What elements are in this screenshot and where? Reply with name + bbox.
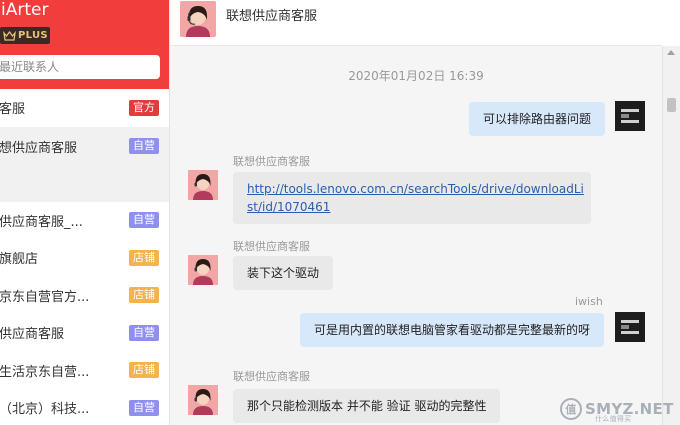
user-avatar-icon: [615, 101, 645, 131]
contact-tag: 自营: [129, 399, 159, 416]
incoming-message-bubble: http://tools.lenovo.com.cn/searchTools/d…: [233, 172, 591, 224]
agent-avatar-icon: [188, 170, 218, 200]
chat-header: 联想供应商客服: [170, 0, 662, 46]
contact-tag: 店铺: [129, 249, 159, 266]
contact-item[interactable]: 京东自营官方... 店铺: [0, 277, 169, 315]
contact-item[interactable]: 客服 官方: [0, 89, 169, 127]
agent-avatar-icon: [188, 385, 218, 415]
crown-icon: [3, 30, 16, 41]
contact-name: （北京）科技...: [0, 402, 90, 418]
outgoing-message-bubble: 可是用内置的联想电脑管家看驱动都是完整最新的呀: [300, 313, 605, 347]
contact-tag: 店铺: [129, 362, 159, 379]
contact-item[interactable]: 生活京东自营... 店铺: [0, 352, 169, 390]
contact-tag: 自营: [129, 212, 159, 229]
svg-text:值: 值: [565, 402, 576, 416]
outgoing-message-bubble: 可以排除路由器问题: [469, 102, 606, 136]
driver-download-link[interactable]: http://tools.lenovo.com.cn/searchTools/d…: [247, 182, 584, 214]
contact-name: 想供应商客服: [0, 140, 78, 156]
contact-name: 旗舰店: [0, 252, 39, 268]
plus-badge: PLUS: [0, 27, 50, 44]
link-line-1: http://tools.lenovo.com.cn/searchTools/d…: [247, 182, 584, 196]
contact-name: 京东自营官方...: [0, 289, 90, 305]
contact-item[interactable]: 供应商客服 自营: [0, 314, 169, 352]
contact-list: 客服 官方 想供应商客服 自营 供应商客服_... 自营 旗舰店 店铺 京东自营…: [0, 89, 169, 425]
plus-badge-label: PLUS: [18, 30, 48, 41]
contact-item[interactable]: 旗舰店 店铺: [0, 239, 169, 277]
message-sender-name: 联想供应商客服: [233, 240, 310, 253]
agent-avatar-icon: [188, 255, 218, 285]
watermark-subtext: 什么值得买: [595, 415, 632, 423]
contact-tag: 官方: [129, 99, 159, 116]
user-avatar-icon: [615, 312, 645, 342]
watermark: 值 SMYZ.NET 什么值得买: [559, 397, 674, 423]
contact-name: 供应商客服: [0, 327, 65, 343]
message-sender-name: 联想供应商客服: [233, 155, 310, 168]
contact-tag: 自营: [129, 137, 159, 154]
contact-name: 生活京东自营...: [0, 364, 90, 380]
incoming-message-bubble: 那个只能检测版本 并不能 验证 驱动的完整性: [233, 389, 501, 423]
contact-tag: 店铺: [129, 287, 159, 304]
contact-item-active[interactable]: 想供应商客服 自营: [0, 126, 169, 202]
username: iArter: [1, 0, 49, 20]
contact-name: 客服: [0, 102, 26, 118]
message-timestamp: 2020年01月02日 16:39: [348, 69, 484, 83]
contact-item[interactable]: 供应商客服_... 自营: [0, 202, 169, 240]
watermark-logo-icon: 值: [560, 398, 582, 420]
incoming-message-bubble: 装下这个驱动: [233, 256, 334, 290]
recent-contacts-search-input[interactable]: [0, 55, 160, 79]
contact-item[interactable]: （北京）科技... 自营: [0, 389, 169, 425]
sidebar-header: iArter PLUS: [0, 0, 169, 89]
chat-title: 联想供应商客服: [226, 9, 318, 24]
message-sender-name: 联想供应商客服: [233, 370, 310, 383]
scroll-up-arrow-icon[interactable]: [667, 50, 675, 55]
chat-scrollbar[interactable]: [662, 46, 680, 425]
contact-sidebar: iArter PLUS 客服 官方 想供应商客服 自营 供应商客服_... 自营…: [0, 0, 170, 425]
link-line-2: st/id/1070461: [247, 200, 331, 214]
message-sender-name: iwish: [575, 295, 603, 308]
contact-tag: 自营: [129, 324, 159, 341]
scroll-thumb[interactable]: [667, 98, 676, 112]
agent-avatar-icon: [180, 1, 216, 37]
contact-name: 供应商客服_...: [0, 214, 83, 230]
